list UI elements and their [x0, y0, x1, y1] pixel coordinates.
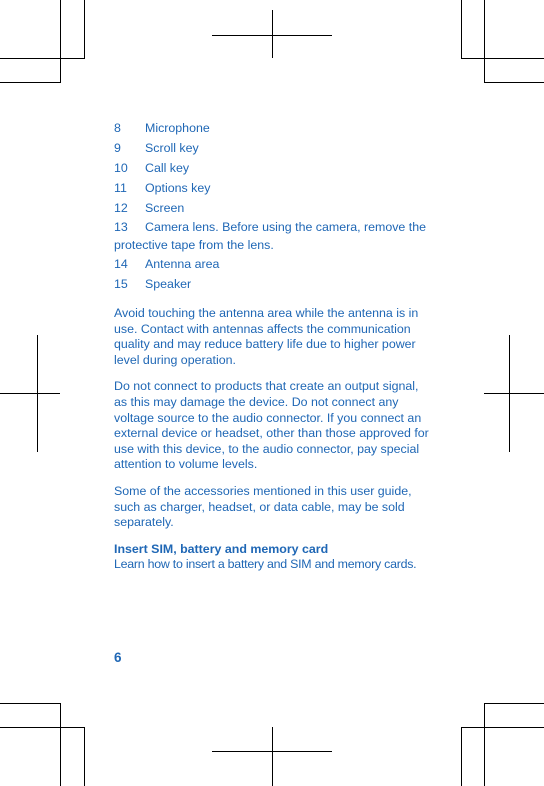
- list-item: 15 Speaker: [114, 274, 434, 294]
- crop-mark-bottom-right-inner-vertical: [461, 727, 462, 786]
- list-item-number: 14: [114, 257, 128, 271]
- crop-mark-top-left-inner-horizontal: [0, 58, 85, 59]
- crop-mark-top-right-outer-vertical: [484, 0, 485, 82]
- crop-mark-bottom-right-outer-horizontal: [484, 703, 544, 704]
- list-item-label: Antenna area: [145, 257, 220, 271]
- crop-mark-top-right-outer-horizontal: [484, 82, 544, 83]
- list-item: 10 Call key: [114, 158, 434, 178]
- list-item-number: 9: [114, 141, 121, 155]
- crop-mark-bottom-right-inner-horizontal: [461, 727, 544, 728]
- list-item-number: 10: [114, 161, 128, 175]
- crop-mark-top-right-inner-vertical: [461, 0, 462, 58]
- page-content: 8 Microphone 9 Scroll key 10 Call key 11 Opt…: [114, 118, 434, 573]
- registration-mark-middle-left-horizontal: [0, 393, 60, 394]
- list-item-label: Options key: [145, 181, 211, 195]
- crop-mark-bottom-left-outer-vertical: [60, 703, 61, 786]
- accessories-note-paragraph: Some of the accessories mentioned in thi…: [114, 483, 412, 530]
- list-item-number: 12: [114, 201, 128, 215]
- antenna-warning-paragraph: Avoid touching the antenna area while th…: [114, 306, 419, 367]
- crop-mark-bottom-left-outer-horizontal: [0, 703, 61, 704]
- crop-mark-top-left-outer-horizontal: [0, 82, 61, 83]
- list-item-label: Camera lens. Before using the camera, re…: [114, 220, 426, 252]
- list-item-label: Screen: [145, 201, 185, 215]
- list-item-label: Call key: [145, 161, 190, 175]
- registration-mark-bottom-center-vertical: [272, 727, 273, 786]
- list-item: 14 Antenna area: [114, 254, 434, 274]
- list-item: 13 Camera lens. Before using the camera, …: [114, 218, 434, 254]
- audio-connector-warning-paragraph: Do not connect to products that create a…: [114, 379, 429, 472]
- crop-mark-bottom-right-outer-vertical: [484, 703, 485, 786]
- list-item-number: 15: [114, 277, 128, 291]
- registration-mark-top-center-vertical: [272, 10, 273, 58]
- registration-mark-middle-right-horizontal: [484, 393, 544, 394]
- list-item-label: Microphone: [145, 121, 210, 135]
- section-heading-insert-sim: Insert SIM, battery and memory card: [114, 541, 329, 556]
- crop-mark-top-left-inner-vertical: [84, 0, 85, 58]
- list-item-label: Scroll key: [145, 141, 199, 155]
- list-item: 12 Screen: [114, 198, 434, 218]
- list-item: 11 Options key: [114, 178, 434, 198]
- list-item: 8 Microphone: [114, 118, 434, 138]
- parts-numbered-list: 8 Microphone 9 Scroll key 10 Call key 11 Opt…: [114, 118, 434, 294]
- list-item-number: 13: [114, 220, 128, 234]
- crop-mark-top-left-outer-vertical: [60, 0, 61, 82]
- list-item-number: 11: [114, 181, 127, 195]
- section-subtext: Learn how to insert a battery and SIM an…: [114, 557, 417, 572]
- list-item: 9 Scroll key: [114, 138, 434, 158]
- list-item-number: 8: [114, 121, 121, 135]
- crop-mark-bottom-left-inner-horizontal: [0, 727, 85, 728]
- page-number: 6: [114, 650, 122, 665]
- list-item-label: Speaker: [145, 277, 192, 291]
- crop-mark-bottom-left-inner-vertical: [84, 727, 85, 786]
- crop-mark-top-right-inner-horizontal: [461, 58, 544, 59]
